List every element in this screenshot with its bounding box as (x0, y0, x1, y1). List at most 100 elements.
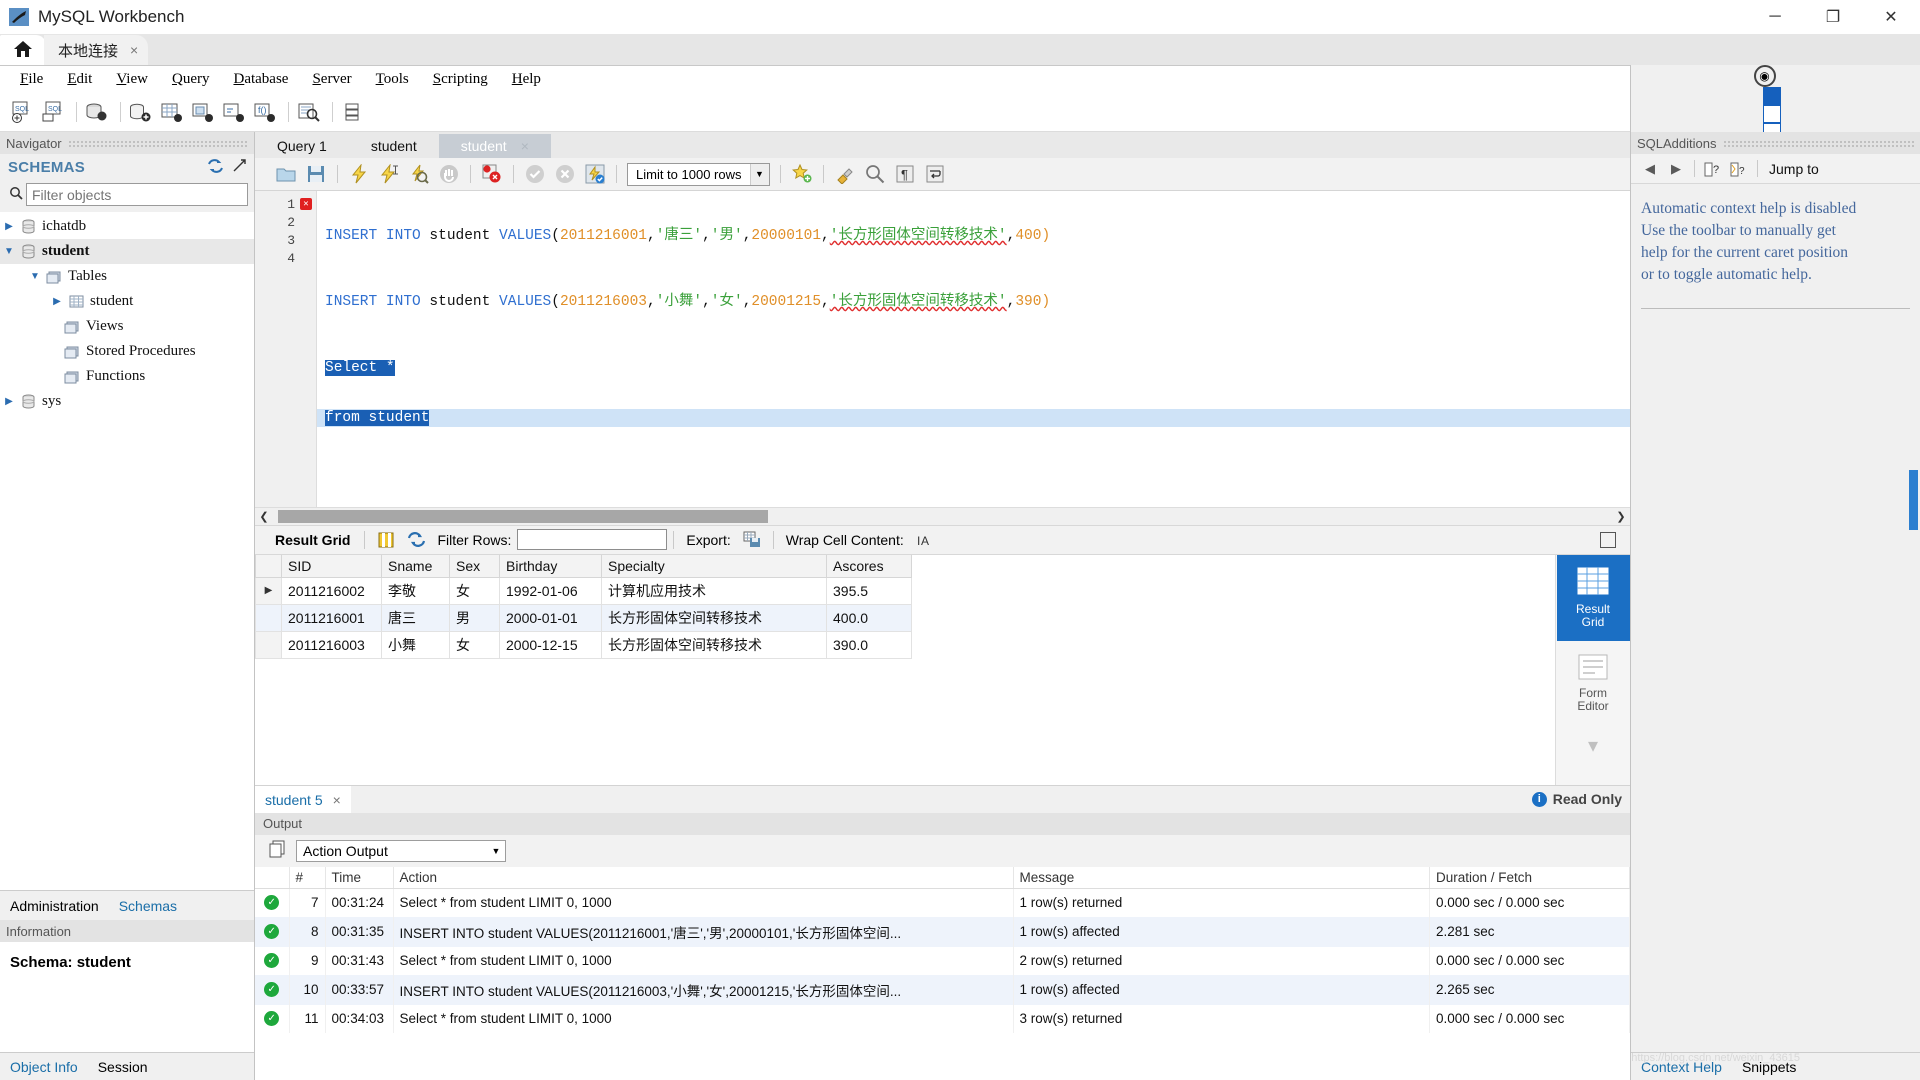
layout-output-toggle[interactable] (1763, 104, 1781, 123)
menu-server[interactable]: Server (300, 69, 363, 90)
new-view-icon[interactable] (189, 99, 217, 125)
list-item[interactable]: ✓ 11 00:34:03 Select * from student LIMI… (255, 1004, 1630, 1033)
refresh-results-icon[interactable] (401, 527, 431, 553)
grid-view-icon[interactable] (371, 527, 401, 553)
cell-specialty[interactable]: 长方形固体空间转移技术 (601, 603, 827, 632)
menu-database[interactable]: Database (221, 69, 300, 90)
execute-icon[interactable] (344, 161, 374, 187)
new-sql-tab-icon[interactable]: SQL (8, 99, 36, 125)
new-stored-procedure-icon[interactable] (220, 99, 248, 125)
paragraph-icon[interactable]: ¶ (890, 161, 920, 187)
execute-current-statement-icon[interactable] (374, 161, 404, 187)
filter-rows-input[interactable] (517, 529, 668, 550)
column-header-sname[interactable]: Sname (381, 554, 450, 578)
chevron-right-icon[interactable]: ▶ (48, 296, 66, 307)
cell-sname[interactable]: 小舞 (381, 630, 450, 659)
sql-code-editor[interactable]: 1 ✕ 2 3 4 INSERT INTO student VALUES(201… (255, 191, 1630, 507)
resultset-tab-close-icon[interactable]: × (333, 792, 341, 808)
column-header-ascores[interactable]: Ascores (826, 554, 912, 578)
help-circle-icon[interactable]: ◉ (1753, 64, 1776, 87)
bookmark-icon[interactable] (787, 161, 817, 187)
tree-node-student-schema[interactable]: ▼ student (0, 239, 254, 264)
cell-sname[interactable]: 唐三 (381, 603, 450, 632)
cell-sid[interactable]: 2011216001 (281, 603, 382, 632)
tree-node-stored-procedures[interactable]: ▸ Stored Procedures (0, 339, 254, 364)
maximize-button[interactable]: ❐ (1804, 0, 1862, 34)
menu-help[interactable]: Help (500, 69, 553, 90)
cell-ascores[interactable]: 400.0 (826, 603, 912, 632)
cell-sex[interactable]: 女 (449, 576, 500, 605)
menu-scripting[interactable]: Scripting (421, 69, 500, 90)
cell-specialty[interactable]: 长方形固体空间转移技术 (601, 630, 827, 659)
open-sql-script-icon[interactable]: SQL (39, 99, 67, 125)
wrap-cell-content-icon[interactable]: IA (910, 527, 940, 553)
code-lines[interactable]: INSERT INTO student VALUES(2011216001,'唐… (317, 191, 1630, 507)
collapse-all-icon[interactable] (233, 159, 246, 175)
column-header-birthday[interactable]: Birthday (499, 554, 602, 578)
chevron-down-icon[interactable]: ▼ (0, 246, 18, 257)
menu-tools[interactable]: Tools (364, 69, 421, 90)
back-icon[interactable]: ◀ (1637, 157, 1663, 181)
cell-sid[interactable]: 2011216003 (281, 630, 382, 659)
tab-session[interactable]: Session (88, 1059, 158, 1075)
cell-sname[interactable]: 李敬 (381, 576, 450, 605)
output-type-select[interactable]: Action Output ▼ (296, 839, 506, 862)
tab-student-1[interactable]: student (349, 134, 439, 158)
tree-node-student-table[interactable]: ▶ student (0, 289, 254, 314)
forward-icon[interactable]: ▶ (1663, 157, 1689, 181)
layout-sidebar-toggle[interactable] (1763, 86, 1781, 105)
scroll-left-icon[interactable]: ❮ (255, 510, 273, 523)
manual-help-icon[interactable]: ? (1700, 157, 1726, 181)
chevron-down-icon[interactable]: ▼ (26, 271, 44, 282)
cell-ascores[interactable]: 395.5 (826, 576, 912, 605)
column-header-specialty[interactable]: Specialty (601, 554, 827, 578)
list-item[interactable]: ✓ 10 00:33:57 INSERT INTO student VALUES… (255, 974, 1630, 1005)
column-header-sid[interactable]: SID (281, 554, 382, 578)
row-marker[interactable]: ▶ (255, 576, 282, 605)
menu-view[interactable]: View (104, 69, 160, 90)
connect-to-database-icon[interactable] (83, 99, 111, 125)
table-row[interactable]: ▶ 2011216002 李敬 女 1992-01-06 计算机应用技术 395… (255, 576, 912, 605)
tab-student-2[interactable]: student × (438, 134, 551, 158)
cell-birthday[interactable]: 2000-12-15 (499, 630, 602, 659)
list-item[interactable]: ✓ 8 00:31:35 INSERT INTO student VALUES(… (255, 916, 1630, 947)
menu-edit[interactable]: Edit (55, 69, 104, 90)
right-scrollbar-thumb[interactable] (1909, 470, 1918, 530)
open-script-icon[interactable] (271, 161, 301, 187)
output-grid[interactable]: # Time Action Message Duration / Fetch ✓… (255, 866, 1630, 1080)
result-grid[interactable]: SID Sname Sex Birthday Specialty Ascores… (255, 554, 1555, 785)
chevron-down-icon[interactable]: ▼ (749, 163, 769, 185)
row-marker[interactable] (255, 603, 282, 632)
tab-close-icon[interactable]: × (521, 138, 529, 154)
tree-node-functions[interactable]: ▸ Functions (0, 364, 254, 389)
wrap-lines-icon[interactable] (920, 161, 950, 187)
cell-sex[interactable]: 女 (449, 630, 500, 659)
tab-object-info[interactable]: Object Info (0, 1059, 88, 1075)
tree-node-views[interactable]: ▸ Views (0, 314, 254, 339)
reconnect-server-icon[interactable] (339, 99, 367, 125)
list-item[interactable]: ✓ 7 00:31:24 Select * from student LIMIT… (255, 888, 1630, 917)
close-button[interactable]: ✕ (1862, 0, 1920, 34)
resultset-tab[interactable]: student 5 × (255, 785, 351, 813)
export-recordset-icon[interactable] (737, 527, 767, 553)
tree-node-ichatdb[interactable]: ▶ ichatdb (0, 214, 254, 239)
tab-schemas[interactable]: Schemas (109, 898, 187, 914)
error-marker-icon[interactable]: ✕ (300, 198, 312, 210)
side-button-form-editor[interactable]: Form Editor (1557, 641, 1630, 727)
chevron-right-icon[interactable]: ▶ (0, 396, 18, 407)
new-schema-icon[interactable] (127, 99, 155, 125)
filter-objects-input[interactable] (26, 183, 248, 206)
cell-sex[interactable]: 男 (449, 603, 500, 632)
beautify-query-icon[interactable] (830, 161, 860, 187)
list-item[interactable]: ✓ 9 00:31:43 Select * from student LIMIT… (255, 946, 1630, 975)
row-limit-select[interactable]: Limit to 1000 rows ▼ (627, 162, 770, 186)
explain-icon[interactable] (404, 161, 434, 187)
chevron-down-icon[interactable]: ▾ (1588, 733, 1598, 758)
column-header-sex[interactable]: Sex (449, 554, 500, 578)
row-marker[interactable] (255, 630, 282, 659)
scroll-track[interactable] (273, 509, 1612, 523)
chevron-right-icon[interactable]: ▶ (0, 221, 18, 232)
search-data-icon[interactable] (295, 99, 323, 125)
toggle-stop-on-error-icon[interactable] (477, 161, 507, 187)
scroll-thumb[interactable] (278, 509, 768, 523)
